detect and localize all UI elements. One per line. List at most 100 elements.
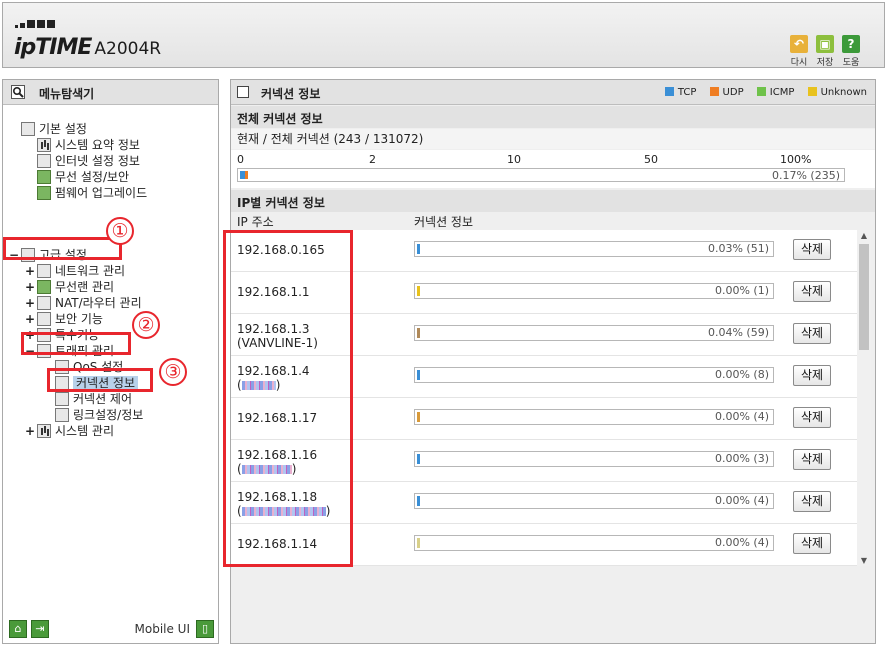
bar-fill	[417, 370, 420, 380]
bar-fill	[417, 412, 420, 422]
menu-label: 기본 설정	[39, 122, 87, 136]
page-icon	[55, 392, 69, 406]
scroll-thumb[interactable]	[859, 244, 869, 350]
menu-label: 무선 설정/보안	[55, 170, 130, 184]
save-button[interactable]: ▣ 저장	[813, 35, 837, 68]
list-scrollbar[interactable]: ▲ ▼	[857, 230, 871, 566]
mobile-ui-link[interactable]: Mobile UI	[135, 622, 191, 636]
magnifier-icon	[11, 85, 25, 99]
per-ip-columns: IP 주소 커넥션 정보	[231, 212, 875, 230]
menu-security[interactable]: + 보안 기능	[25, 311, 103, 327]
wireless-icon	[37, 170, 51, 184]
expand-icon[interactable]: +	[25, 311, 35, 327]
wireless-icon	[37, 280, 51, 294]
network-icon	[37, 264, 51, 278]
legend-swatch-tcp	[664, 87, 674, 96]
logout-icon[interactable]: ⇥	[31, 620, 49, 638]
scale-tick: 0	[237, 153, 244, 166]
bar-fill	[417, 286, 420, 296]
bar-fill	[417, 496, 420, 506]
chart-icon	[37, 138, 51, 152]
annotation-box-ip-column	[223, 230, 353, 567]
home-icon[interactable]: ⌂	[9, 620, 27, 638]
menu-firmware-upgrade[interactable]: 펌웨어 업그레이드	[37, 185, 147, 201]
menu-label: 인터넷 설정 정보	[55, 154, 140, 168]
undo-label: 다시	[790, 58, 808, 68]
menu-wlan-management[interactable]: + 무선랜 관리	[25, 279, 114, 295]
scale-tick: 10	[507, 153, 521, 166]
delete-button[interactable]: 삭제	[793, 281, 831, 302]
scroll-down-icon[interactable]: ▼	[857, 556, 871, 565]
legend-swatch-unknown	[807, 87, 817, 96]
menu-basic-settings[interactable]: 기본 설정	[21, 121, 87, 137]
undo-button[interactable]: ↶ 다시	[787, 35, 811, 68]
scroll-up-icon[interactable]: ▲	[857, 231, 871, 240]
total-connection-summary: 현재 / 전체 커넥션 (243 / 131072)	[231, 129, 875, 149]
menu-link-settings[interactable]: 링크설정/정보	[55, 407, 143, 423]
connection-bar: 0.00% (1)	[414, 283, 774, 299]
delete-button[interactable]: 삭제	[793, 365, 831, 386]
annotation-number-1: ①	[106, 217, 134, 245]
delete-button[interactable]: 삭제	[793, 449, 831, 470]
expand-icon[interactable]: +	[25, 263, 35, 279]
bar-fill	[417, 244, 420, 254]
connection-bar: 0.00% (4)	[414, 409, 774, 425]
total-connection-scale: 0 2 10 50 100% 0.17% (235)	[231, 150, 875, 188]
menu-label: 링크설정/정보	[73, 408, 144, 422]
menu-label: 네트워크 관리	[55, 264, 126, 278]
total-connection-heading: 전체 커넥션 정보	[231, 106, 875, 128]
legend-tcp: TCP	[677, 87, 697, 98]
annotation-box-2	[21, 332, 131, 355]
delete-button[interactable]: 삭제	[793, 323, 831, 344]
connection-bar: 0.00% (8)	[414, 367, 774, 383]
logo: ipTIME A2004R	[14, 36, 161, 61]
connection-bar: 0.00% (4)	[414, 535, 774, 551]
menu-system-management[interactable]: + 시스템 관리	[25, 423, 114, 439]
menu-label: 시스템 관리	[55, 424, 115, 438]
undo-icon: ↶	[790, 35, 808, 53]
connection-info-panel: 커넥션 정보 TCP UDP ICMP Unknown 전체 커넥션 정보 현재…	[223, 79, 876, 644]
connection-bar: 0.00% (3)	[414, 451, 774, 467]
scale-tick: 50	[644, 153, 658, 166]
menu-network-management[interactable]: + 네트워크 관리	[25, 263, 125, 279]
scale-tick: 100%	[780, 153, 812, 166]
connection-value: 0.00% (4)	[714, 410, 769, 423]
monitor-icon	[37, 154, 51, 168]
menu-wireless-security[interactable]: 무선 설정/보안	[37, 169, 129, 185]
delete-button[interactable]: 삭제	[793, 407, 831, 428]
legend-swatch-icmp	[756, 87, 766, 96]
connection-value: 0.00% (1)	[714, 284, 769, 297]
bar-fill-udp	[245, 171, 248, 179]
legend-swatch-udp	[709, 87, 719, 96]
annotation-number-2: ②	[132, 311, 160, 339]
help-label: 도움	[842, 58, 860, 68]
save-icon: ▣	[816, 35, 834, 53]
legend-unknown: Unknown	[820, 87, 867, 98]
mobile-icon[interactable]: ▯	[196, 620, 214, 638]
protocol-legend: TCP UDP ICMP Unknown	[655, 87, 867, 98]
expand-icon[interactable]: +	[25, 295, 35, 311]
connection-bar: 0.00% (4)	[414, 493, 774, 509]
folder-icon	[21, 122, 35, 136]
expand-icon[interactable]: +	[25, 423, 35, 439]
scale-tick: 2	[369, 153, 376, 166]
delete-button[interactable]: 삭제	[793, 533, 831, 554]
model-name: A2004R	[94, 39, 162, 59]
menu-system-summary[interactable]: 시스템 요약 정보	[37, 137, 140, 153]
delete-button[interactable]: 삭제	[793, 239, 831, 260]
legend-udp: UDP	[722, 87, 744, 98]
delete-button[interactable]: 삭제	[793, 491, 831, 512]
help-button[interactable]: ? 도움	[839, 35, 863, 68]
menu-label: 보안 기능	[55, 312, 103, 326]
menu-connection-control[interactable]: 커넥션 제어	[55, 391, 132, 407]
connection-value: 0.00% (3)	[714, 452, 769, 465]
connection-bar: 0.04% (59)	[414, 325, 774, 341]
menu-internet-settings[interactable]: 인터넷 설정 정보	[37, 153, 140, 169]
save-label: 저장	[816, 58, 834, 68]
menu-label: 펌웨어 업그레이드	[55, 186, 148, 200]
menu-footer: ⌂ ⇥ Mobile UI ▯	[3, 613, 218, 643]
expand-icon[interactable]: +	[25, 279, 35, 295]
app-header: ipTIME A2004R ↶ 다시 ▣ 저장 ? 도움	[2, 2, 885, 68]
legend-icmp: ICMP	[769, 87, 795, 98]
menu-nat-router[interactable]: + NAT/라우터 관리	[25, 295, 142, 311]
